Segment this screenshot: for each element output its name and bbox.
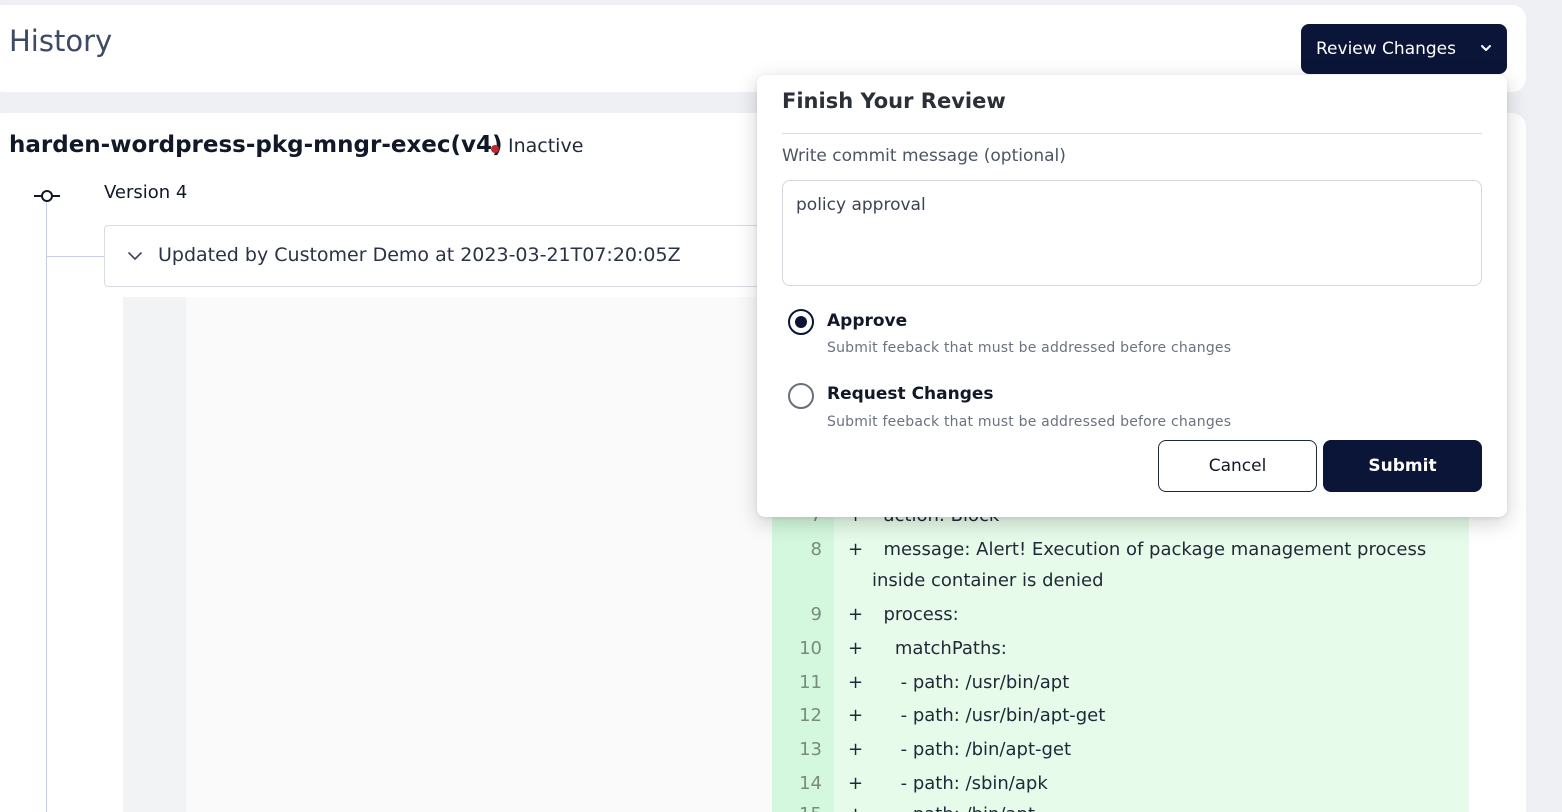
commit-icon xyxy=(34,190,60,202)
diff-sign: + xyxy=(848,539,864,560)
line-number: 14 xyxy=(799,773,822,794)
line-number: 8 xyxy=(810,539,822,560)
chevron-down-icon xyxy=(1481,45,1491,51)
diff-code: - path: /bin/apt xyxy=(872,799,1462,812)
line-number: 12 xyxy=(799,705,822,726)
submit-button[interactable]: Submit xyxy=(1323,440,1482,492)
diff-sign: + xyxy=(848,773,864,794)
commit-message-input[interactable] xyxy=(782,180,1482,286)
approve-label[interactable]: Approve xyxy=(827,311,907,331)
chevron-down-icon[interactable] xyxy=(127,248,143,264)
timeline-line xyxy=(46,200,47,812)
diff-code: - path: /usr/bin/apt xyxy=(872,672,1070,693)
diff-old-pane xyxy=(186,297,772,812)
diff-sign: + xyxy=(848,804,863,812)
diff-sign: + xyxy=(848,739,864,760)
approve-radio[interactable] xyxy=(788,309,814,335)
diff-sign: + xyxy=(848,638,864,659)
review-changes-button[interactable]: Review Changes xyxy=(1301,24,1507,74)
request-changes-radio[interactable] xyxy=(788,383,814,409)
diff-code: message: Alert! Execution of package man… xyxy=(872,539,1432,591)
line-number: 11 xyxy=(799,672,822,693)
popover-title: Finish Your Review xyxy=(782,89,1006,113)
line-number: 9 xyxy=(810,604,822,625)
finish-review-popover: Finish Your Review Write commit message … xyxy=(757,75,1507,517)
diff-code: - path: /bin/apt-get xyxy=(872,739,1072,760)
diff-sign: + xyxy=(848,672,864,693)
divider xyxy=(782,133,1482,134)
line-number: 10 xyxy=(799,638,822,659)
radio-selected-dot xyxy=(795,316,807,328)
commit-message-label: Write commit message (optional) xyxy=(782,146,1066,166)
diff-code: process: xyxy=(872,604,959,625)
request-changes-description: Submit feeback that must be addressed be… xyxy=(827,414,1232,430)
review-changes-label: Review Changes xyxy=(1316,39,1457,59)
diff-sign: + xyxy=(848,604,864,625)
request-changes-label[interactable]: Request Changes xyxy=(827,384,994,404)
approve-description: Submit feeback that must be addressed be… xyxy=(827,340,1232,356)
policy-name: harden-wordpress-pkg-mngr-exec(v4) xyxy=(9,132,503,158)
status-dot xyxy=(491,145,499,153)
diff-sign: + xyxy=(848,705,864,726)
line-number: 13 xyxy=(799,739,822,760)
version-label: Version 4 xyxy=(104,182,188,203)
status-badge: Inactive xyxy=(508,135,584,157)
diff-code: - path: /usr/bin/apt-get xyxy=(872,705,1106,726)
diff-code: - path: /sbin/apk xyxy=(872,773,1048,794)
updated-by-text: Updated by Customer Demo at 2023-03-21T0… xyxy=(158,244,681,266)
page-title: History xyxy=(9,24,113,58)
line-number: 15 xyxy=(772,804,822,812)
timeline-branch xyxy=(47,256,105,257)
cancel-button[interactable]: Cancel xyxy=(1158,440,1317,492)
diff-code: matchPaths: xyxy=(872,638,1007,659)
diff-old-gutter xyxy=(123,297,186,812)
